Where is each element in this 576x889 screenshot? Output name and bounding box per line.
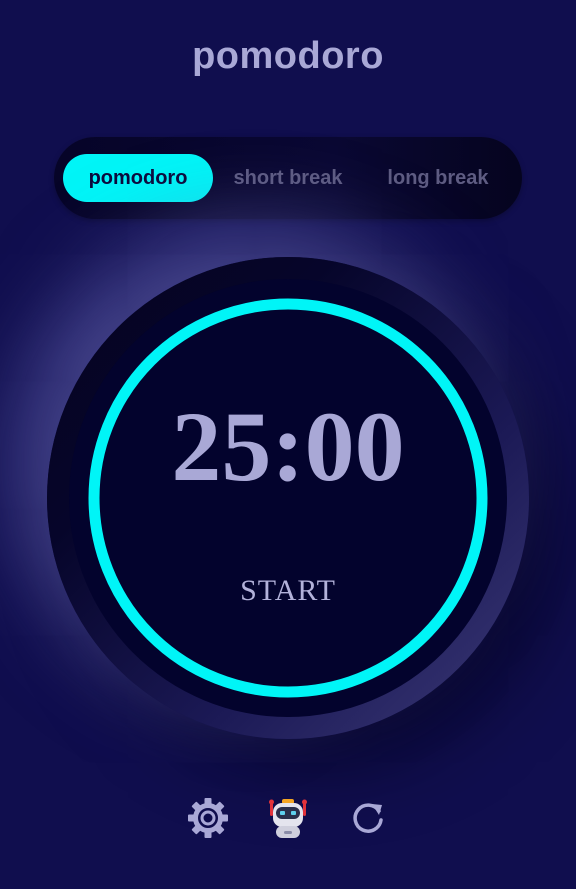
refresh-icon — [353, 803, 383, 833]
tab-long-break[interactable]: long break — [364, 154, 512, 202]
reset-button[interactable] — [346, 796, 390, 840]
time-display: 25:00 — [171, 391, 405, 502]
gear-icon — [188, 798, 228, 838]
app-title: pomodoro — [192, 35, 384, 77]
settings-button[interactable] — [186, 796, 230, 840]
mode-tabs: pomodoro short break long break — [54, 137, 522, 219]
assistant-button[interactable] — [266, 796, 310, 840]
robot-icon — [269, 799, 307, 838]
start-button[interactable]: START — [228, 568, 348, 614]
tab-pomodoro[interactable]: pomodoro — [63, 154, 213, 202]
tab-short-break[interactable]: short break — [214, 154, 362, 202]
